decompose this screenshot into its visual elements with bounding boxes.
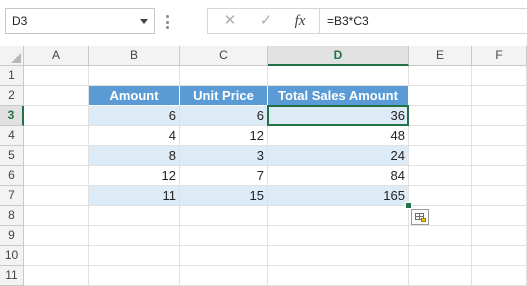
cell-a9[interactable] xyxy=(24,226,89,246)
cell-a11[interactable] xyxy=(24,266,89,286)
row-header-7[interactable]: 7 xyxy=(0,186,24,206)
cell-b8[interactable] xyxy=(89,206,180,226)
table-data-cell[interactable]: 3 xyxy=(180,146,268,166)
cell-c10[interactable] xyxy=(180,246,268,266)
table-data-cell[interactable]: 84 xyxy=(268,166,409,186)
table-data-cell[interactable]: 6 xyxy=(89,106,180,126)
row-header-9[interactable]: 9 xyxy=(0,226,24,246)
cell-a5[interactable] xyxy=(24,146,89,166)
cell-f10[interactable] xyxy=(472,246,527,266)
cell-e10[interactable] xyxy=(409,246,472,266)
cell-f4[interactable] xyxy=(472,126,527,146)
formula-bar: D3 ✕ ✓ fx =B3*C3 xyxy=(0,0,527,47)
row-header-5[interactable]: 5 xyxy=(0,146,24,166)
table-header-cell[interactable]: Unit Price xyxy=(180,86,268,106)
cell-c11[interactable] xyxy=(180,266,268,286)
cell-f9[interactable] xyxy=(472,226,527,246)
table-data-cell[interactable]: 48 xyxy=(268,126,409,146)
cell-a10[interactable] xyxy=(24,246,89,266)
cell-e6[interactable] xyxy=(409,166,472,186)
table-data-cell[interactable]: 36 xyxy=(268,106,409,126)
row-header-2[interactable]: 2 xyxy=(0,86,24,106)
cell-e3[interactable] xyxy=(409,106,472,126)
column-header-c[interactable]: C xyxy=(180,46,268,66)
cell-a2[interactable] xyxy=(24,86,89,106)
table-data-cell[interactable]: 6 xyxy=(180,106,268,126)
table-data-cell[interactable]: 8 xyxy=(89,146,180,166)
name-box[interactable]: D3 xyxy=(5,8,155,34)
cell-d9[interactable] xyxy=(268,226,409,246)
table-header-cell[interactable]: Amount xyxy=(89,86,180,106)
cell-e11[interactable] xyxy=(409,266,472,286)
cell-e9[interactable] xyxy=(409,226,472,246)
table-data-cell[interactable]: 7 xyxy=(180,166,268,186)
table-data-cell[interactable]: 15 xyxy=(180,186,268,206)
row-header-1[interactable]: 1 xyxy=(0,66,24,86)
cell-e1[interactable] xyxy=(409,66,472,86)
select-all-button[interactable] xyxy=(0,46,24,66)
cell-f7[interactable] xyxy=(472,186,527,206)
cell-f11[interactable] xyxy=(472,266,527,286)
quick-analysis-icon[interactable] xyxy=(411,209,429,225)
cell-a3[interactable] xyxy=(24,106,89,126)
table-data-cell[interactable]: 165 xyxy=(268,186,409,206)
cell-a1[interactable] xyxy=(24,66,89,86)
cell-c9[interactable] xyxy=(180,226,268,246)
cell-a4[interactable] xyxy=(24,126,89,146)
cell-f3[interactable] xyxy=(472,106,527,126)
drag-handle-icon[interactable] xyxy=(166,15,169,29)
cell-b1[interactable] xyxy=(89,66,180,86)
cell-d11[interactable] xyxy=(268,266,409,286)
row-header-3[interactable]: 3 xyxy=(0,106,24,126)
cell-f2[interactable] xyxy=(472,86,527,106)
row-header-10[interactable]: 10 xyxy=(0,246,24,266)
cell-d10[interactable] xyxy=(268,246,409,266)
cell-f8[interactable] xyxy=(472,206,527,226)
cell-d8[interactable] xyxy=(268,206,409,226)
table-data-cell[interactable]: 4 xyxy=(89,126,180,146)
cell-a7[interactable] xyxy=(24,186,89,206)
cell-c1[interactable] xyxy=(180,66,268,86)
table-data-cell[interactable]: 12 xyxy=(180,126,268,146)
row-header-4[interactable]: 4 xyxy=(0,126,24,146)
cell-c8[interactable] xyxy=(180,206,268,226)
column-header-f[interactable]: F xyxy=(472,46,527,66)
table-data-cell[interactable]: 24 xyxy=(268,146,409,166)
column-header-b[interactable]: B xyxy=(89,46,180,66)
cell-b11[interactable] xyxy=(89,266,180,286)
insert-function-icon[interactable]: fx xyxy=(288,9,312,33)
row-header-6[interactable]: 6 xyxy=(0,166,24,186)
cell-e7[interactable] xyxy=(409,186,472,206)
cell-d1[interactable] xyxy=(268,66,409,86)
cell-a8[interactable] xyxy=(24,206,89,226)
row-header-11[interactable]: 11 xyxy=(0,266,24,286)
formula-text: =B3*C3 xyxy=(327,14,369,28)
column-header-e[interactable]: E xyxy=(409,46,472,66)
worksheet-grid: A B C D E F 1 2 Amount Unit Price Total Sales Amou… xyxy=(0,46,527,286)
column-header-a[interactable]: A xyxy=(24,46,89,66)
cell-b10[interactable] xyxy=(89,246,180,266)
cell-b9[interactable] xyxy=(89,226,180,246)
chevron-down-icon[interactable] xyxy=(140,19,148,24)
cell-f5[interactable] xyxy=(472,146,527,166)
cell-e4[interactable] xyxy=(409,126,472,146)
table-data-cell[interactable]: 12 xyxy=(89,166,180,186)
formula-buttons: ✕ ✓ fx xyxy=(207,8,319,34)
cell-a6[interactable] xyxy=(24,166,89,186)
cell-f6[interactable] xyxy=(472,166,527,186)
formula-input[interactable]: =B3*C3 xyxy=(319,8,527,34)
row-header-8[interactable]: 8 xyxy=(0,206,24,226)
column-header-d[interactable]: D xyxy=(268,46,409,66)
table-header-cell[interactable]: Total Sales Amount xyxy=(268,86,409,106)
cell-e2[interactable] xyxy=(409,86,472,106)
cell-f1[interactable] xyxy=(472,66,527,86)
cell-e5[interactable] xyxy=(409,146,472,166)
table-data-cell[interactable]: 11 xyxy=(89,186,180,206)
fill-handle[interactable] xyxy=(405,202,412,209)
lightning-icon xyxy=(421,218,426,222)
cancel-icon[interactable]: ✕ xyxy=(218,9,242,33)
name-box-value: D3 xyxy=(12,14,28,28)
enter-icon[interactable]: ✓ xyxy=(254,9,278,33)
